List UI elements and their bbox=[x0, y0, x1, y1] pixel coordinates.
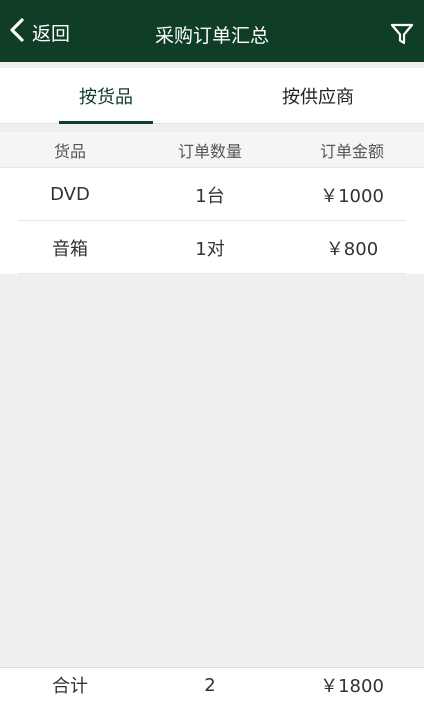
table-row[interactable]: DVD 1台 ￥1000 bbox=[0, 168, 424, 221]
total-amount: ￥1800 bbox=[320, 676, 384, 697]
filter-icon bbox=[390, 23, 414, 50]
totals-footer: 合计 2 ￥1800 bbox=[0, 667, 424, 702]
column-header-quantity: 订单数量 bbox=[177, 141, 242, 161]
row-divider bbox=[18, 273, 406, 274]
app-header: 返回 采购订单汇总 bbox=[0, 0, 424, 62]
filter-button[interactable] bbox=[390, 22, 416, 48]
column-header-amount: 订单金额 bbox=[319, 141, 384, 161]
tab-by-supplier[interactable]: 按供应商 bbox=[258, 68, 378, 124]
back-button[interactable]: 返回 bbox=[8, 18, 70, 46]
tab-bar: 按货品 按供应商 bbox=[0, 68, 424, 124]
column-header-item: 货品 bbox=[53, 141, 86, 161]
row-amount: ￥800 bbox=[325, 238, 379, 260]
row-amount: ￥1000 bbox=[320, 185, 384, 207]
total-quantity: 2 bbox=[204, 674, 216, 696]
row-quantity: 1台 bbox=[195, 185, 225, 207]
tab-by-item[interactable]: 按货品 bbox=[46, 68, 166, 124]
total-label: 合计 bbox=[52, 676, 88, 697]
active-tab-indicator bbox=[59, 121, 153, 124]
table-body: DVD 1台 ￥1000 音箱 1对 ￥800 bbox=[0, 168, 424, 274]
table-header: 货品 订单数量 订单金额 bbox=[0, 132, 424, 168]
table-row[interactable]: 音箱 1对 ￥800 bbox=[0, 221, 424, 274]
back-label: 返回 bbox=[32, 22, 71, 45]
row-quantity: 1对 bbox=[195, 238, 225, 260]
row-item: DVD bbox=[50, 184, 90, 205]
screen: 返回 采购订单汇总 按货品 按供应商 货品 订单数量 订单金额 DVD 1台 ￥… bbox=[0, 0, 424, 702]
chevron-left-icon bbox=[8, 17, 26, 47]
row-item: 音箱 bbox=[52, 238, 88, 260]
